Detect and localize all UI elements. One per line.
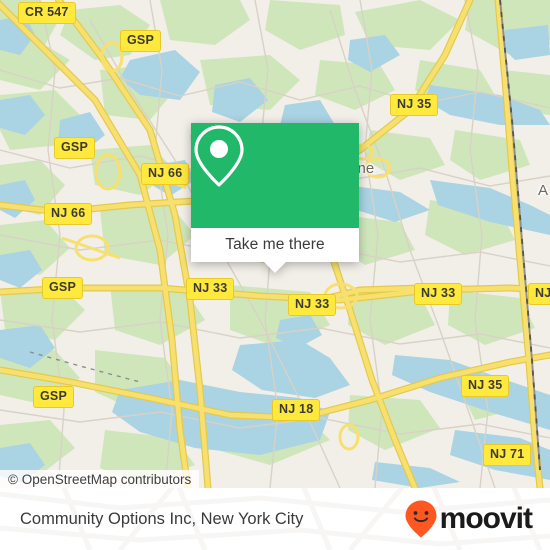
- page-title: Community Options Inc, New York City: [20, 509, 304, 528]
- road-shield[interactable]: NJ 66: [141, 163, 190, 185]
- popup-image-area: [191, 123, 359, 228]
- osm-attribution[interactable]: © OpenStreetMap contributors: [0, 470, 200, 488]
- moovit-logo[interactable]: moovit: [404, 488, 533, 550]
- road-shield[interactable]: GSP: [42, 277, 83, 299]
- take-me-there-button[interactable]: Take me there: [191, 228, 359, 273]
- road-shield[interactable]: GSP: [120, 30, 161, 52]
- road-shield[interactable]: GSP: [33, 386, 74, 408]
- road-shield[interactable]: NJ 33: [186, 278, 235, 300]
- road-shield[interactable]: GSP: [54, 137, 95, 159]
- moovit-wordmark: moovit: [439, 502, 533, 535]
- take-me-there-label: Take me there: [225, 236, 325, 253]
- road-shield[interactable]: NJ 35: [461, 375, 510, 397]
- road-shield[interactable]: NJ 71: [483, 444, 532, 466]
- map-canvas[interactable]: CR 547 GSP NJ 35 GSP NJ 66 NJ 66 GSP NJ …: [0, 0, 550, 488]
- road-shield[interactable]: NJ 33: [288, 294, 337, 316]
- road-shield[interactable]: CR 547: [18, 2, 76, 24]
- popup-tail: [264, 262, 286, 273]
- footer-bar: Community Options Inc, New York City moo…: [0, 488, 550, 550]
- location-popup-card[interactable]: Take me there: [191, 123, 359, 273]
- map-pin-icon: [194, 125, 244, 187]
- road-shield[interactable]: NJ 33: [414, 283, 463, 305]
- moovit-smiley-pin-icon: [405, 500, 437, 538]
- road-shield[interactable]: NJ 35: [390, 94, 439, 116]
- road-shield[interactable]: NJ 7: [528, 283, 550, 305]
- road-shield[interactable]: NJ 18: [272, 399, 321, 421]
- moovit-map-screen: CR 547 GSP NJ 35 GSP NJ 66 NJ 66 GSP NJ …: [0, 0, 550, 550]
- road-shield[interactable]: NJ 66: [44, 203, 93, 225]
- place-label: A: [538, 182, 549, 199]
